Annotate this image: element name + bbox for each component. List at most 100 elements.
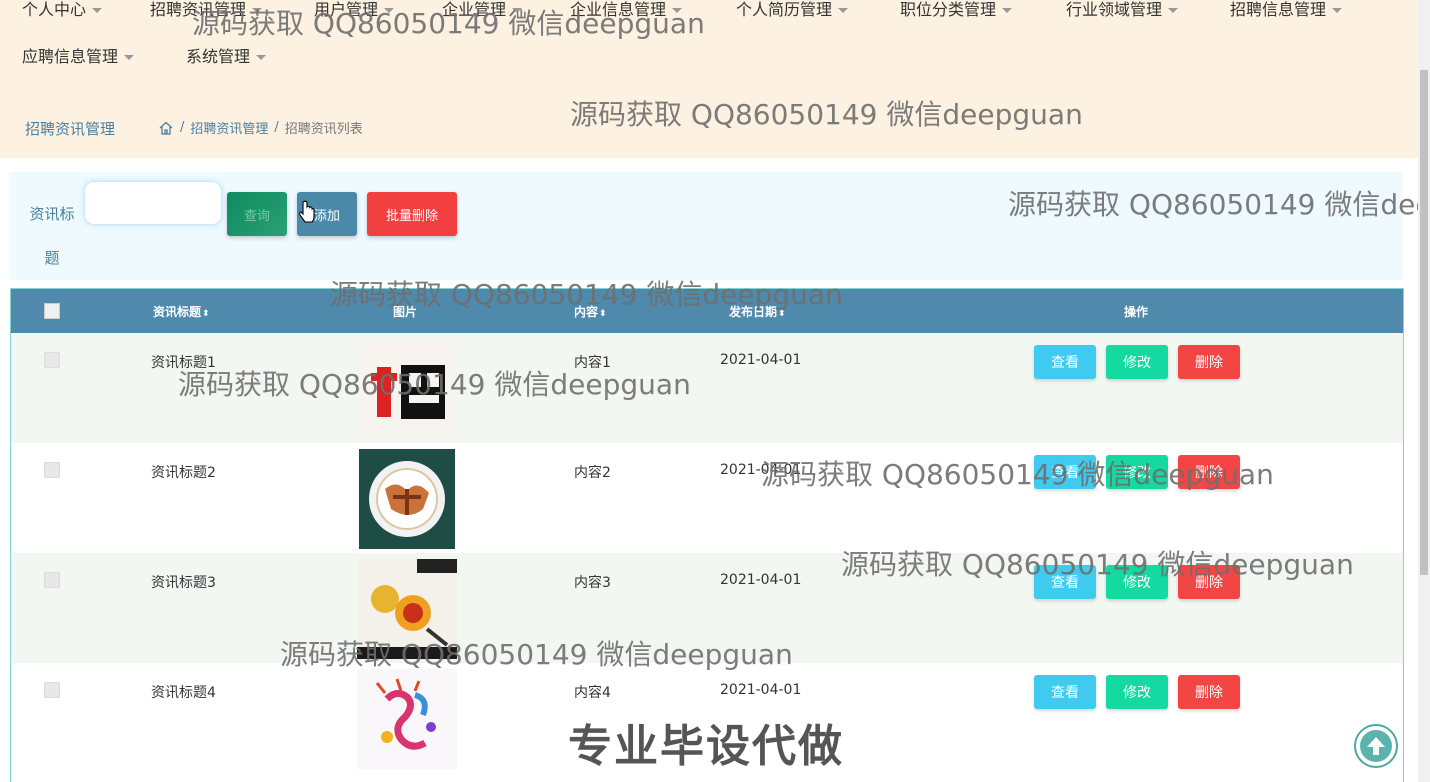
row-date: 2021-04-01 [720, 462, 802, 478]
news-image [359, 449, 455, 549]
nav-application-management[interactable]: 应聘信息管理 [22, 43, 135, 67]
nav-company-info-management[interactable]: 企业信息管理 [570, 0, 683, 20]
news-table: 资讯标题⬍ 图片 内容⬍ 发布日期⬍ 操作 资讯标题1 内容1 2021-04-… [10, 288, 1404, 782]
mouse-pointer-icon [299, 200, 315, 223]
table-header: 资讯标题⬍ 图片 内容⬍ 发布日期⬍ 操作 [11, 289, 1403, 333]
table-row: 资讯标题3 内容3 2021-04-01 查看 修改 删除 [11, 553, 1403, 663]
search-panel: 资讯标题 查询 添加 批量删除 [10, 172, 1402, 280]
delete-button[interactable]: 删除 [1178, 455, 1240, 489]
header-title-label: 资讯标题 [153, 305, 202, 319]
edit-button[interactable]: 修改 [1106, 345, 1168, 379]
row-title: 资讯标题1 [151, 355, 216, 371]
chevron-down-icon [1002, 8, 1013, 13]
nav-label: 个人中心 [22, 0, 87, 19]
view-button[interactable]: 查看 [1034, 345, 1096, 379]
nav-user-management[interactable]: 用户管理 [314, 0, 395, 20]
delete-button[interactable]: 删除 [1178, 565, 1240, 599]
nav-system-management[interactable]: 系统管理 [186, 43, 267, 67]
top-nav: 个人中心 招聘资讯管理 用户管理 企业管理 企业信息管理 个人简历管理 职位分类… [0, 0, 1418, 96]
view-button[interactable]: 查看 [1034, 675, 1096, 709]
row-date: 2021-04-01 [720, 352, 802, 368]
edit-button[interactable]: 修改 [1106, 455, 1168, 489]
batch-delete-button[interactable]: 批量删除 [367, 192, 457, 236]
row-content: 内容1 [574, 355, 611, 371]
breadcrumb: / 招聘资讯管理 / 招聘资讯列表 [158, 118, 363, 137]
nav-recruit-info-management[interactable]: 招聘信息管理 [1230, 0, 1343, 20]
row-title: 资讯标题2 [151, 465, 216, 481]
row-checkbox[interactable] [44, 572, 60, 588]
nav-label: 行业领域管理 [1066, 0, 1163, 19]
search-label: 资讯标题 [29, 205, 75, 267]
nav-category-management[interactable]: 职位分类管理 [900, 0, 1013, 20]
chevron-down-icon [1332, 8, 1343, 13]
chevron-down-icon [256, 55, 267, 60]
chevron-down-icon [512, 8, 523, 13]
breadcrumb-bar: 招聘资讯管理 / 招聘资讯管理 / 招聘资讯列表 [0, 96, 1418, 158]
breadcrumb-separator: / [274, 120, 279, 135]
delete-button[interactable]: 删除 [1178, 675, 1240, 709]
header-title[interactable]: 资讯标题⬍ [153, 303, 210, 320]
row-checkbox[interactable] [44, 352, 60, 368]
nav-label: 用户管理 [314, 0, 379, 19]
breadcrumb-level1[interactable]: 招聘资讯管理 [190, 118, 268, 137]
breadcrumb-separator: / [180, 120, 185, 135]
nav-news-management[interactable]: 招聘资讯管理 [150, 0, 263, 20]
page-title: 招聘资讯管理 [25, 120, 116, 138]
back-to-top-button[interactable] [1354, 724, 1398, 768]
query-button[interactable]: 查询 [227, 192, 287, 236]
nav-label: 企业信息管理 [570, 0, 667, 19]
news-image [357, 339, 457, 439]
chevron-down-icon [384, 8, 395, 13]
sort-icon: ⬍ [599, 309, 607, 319]
select-all-checkbox[interactable] [44, 303, 60, 319]
nav-label: 招聘信息管理 [1230, 0, 1327, 19]
chevron-down-icon [92, 8, 103, 13]
scrollbar-thumb[interactable] [1420, 70, 1428, 575]
edit-button[interactable]: 修改 [1106, 675, 1168, 709]
nav-label: 企业管理 [442, 0, 507, 19]
nav-industry-management[interactable]: 行业领域管理 [1066, 0, 1179, 20]
row-content: 内容4 [574, 685, 611, 701]
search-input[interactable] [84, 181, 222, 225]
table-row: 资讯标题1 内容1 2021-04-01 查看 修改 删除 [11, 333, 1403, 443]
header-actions: 操作 [1124, 305, 1149, 319]
sort-icon: ⬍ [778, 309, 786, 319]
header-content-label: 内容 [574, 305, 599, 319]
home-icon[interactable] [158, 120, 174, 136]
row-checkbox[interactable] [44, 682, 60, 698]
chevron-down-icon [672, 8, 683, 13]
row-date: 2021-04-01 [720, 572, 802, 588]
arrow-up-icon [1360, 730, 1392, 762]
nav-resume-management[interactable]: 个人简历管理 [736, 0, 849, 20]
row-content: 内容3 [574, 575, 611, 591]
delete-button[interactable]: 删除 [1178, 345, 1240, 379]
sort-icon: ⬍ [202, 309, 210, 319]
nav-label: 招聘资讯管理 [150, 0, 247, 19]
view-button[interactable]: 查看 [1034, 565, 1096, 599]
chevron-down-icon [838, 8, 849, 13]
nav-label: 职位分类管理 [900, 0, 997, 19]
header-date[interactable]: 发布日期⬍ [729, 303, 786, 320]
nav-label: 个人简历管理 [736, 0, 833, 19]
row-title: 资讯标题4 [151, 685, 216, 701]
table-row: 资讯标题2 内容2 2021-04-01 查看 修改 删除 [11, 443, 1403, 553]
nav-personal-center[interactable]: 个人中心 [22, 0, 103, 20]
chevron-down-icon [124, 55, 135, 60]
news-image [357, 559, 457, 659]
header-date-label: 发布日期 [729, 305, 778, 319]
news-image [357, 669, 457, 769]
header-content[interactable]: 内容⬍ [574, 303, 607, 320]
promo-banner-text: 专业毕设代做 [568, 721, 844, 772]
header-image: 图片 [393, 305, 418, 319]
nav-label: 应聘信息管理 [22, 47, 119, 66]
page-scrollbar[interactable] [1418, 0, 1430, 782]
row-title: 资讯标题3 [151, 575, 216, 591]
row-checkbox[interactable] [44, 462, 60, 478]
nav-label: 系统管理 [186, 47, 251, 66]
view-button[interactable]: 查看 [1034, 455, 1096, 489]
nav-company-management[interactable]: 企业管理 [442, 0, 523, 20]
chevron-down-icon [1168, 8, 1179, 13]
row-content: 内容2 [574, 465, 611, 481]
edit-button[interactable]: 修改 [1106, 565, 1168, 599]
breadcrumb-current: 招聘资讯列表 [284, 122, 363, 137]
